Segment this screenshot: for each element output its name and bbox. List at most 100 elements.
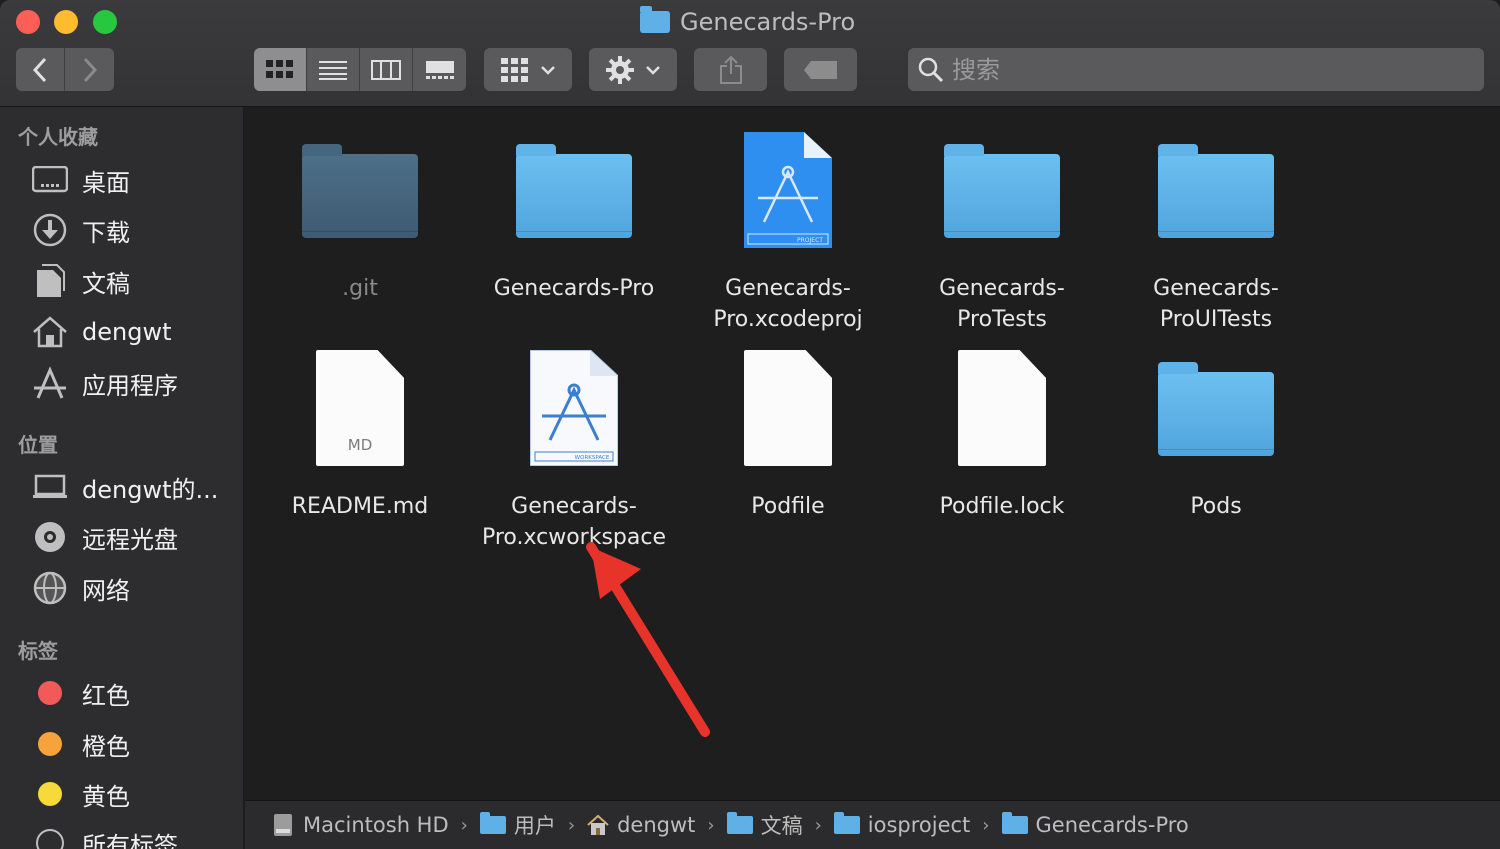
search-field[interactable] bbox=[908, 48, 1484, 91]
sidebar-item-label: 所有标签... bbox=[82, 831, 201, 849]
chevron-down-icon bbox=[541, 65, 555, 75]
folder-icon bbox=[1151, 125, 1281, 255]
sidebar-item-tag-orange[interactable]: 橙色 bbox=[30, 722, 240, 766]
folder-icon bbox=[509, 125, 639, 255]
toolbar: Genecards-Pro bbox=[0, 0, 1500, 107]
folder-icon bbox=[640, 6, 670, 33]
sidebar-item-label: 红色 bbox=[82, 681, 130, 710]
file-item-prouitests[interactable]: Genecards- ProUITests bbox=[1109, 125, 1323, 335]
nav-buttons bbox=[16, 48, 114, 91]
sidebar-item-tag-yellow[interactable]: 黄色 bbox=[30, 772, 240, 816]
chevron-right-icon: › bbox=[982, 814, 990, 836]
file-label: Genecards- Pro.xcodeproj bbox=[713, 276, 863, 332]
group-by-button[interactable] bbox=[484, 48, 572, 91]
desktop-icon bbox=[30, 160, 70, 200]
sidebar-item-home[interactable]: dengwt bbox=[30, 310, 240, 354]
sidebar-item-label: 远程光盘 bbox=[82, 525, 178, 554]
path-item-documents[interactable]: 文稿 bbox=[726, 810, 803, 840]
sidebar-item-documents[interactable]: 文稿 bbox=[30, 259, 240, 303]
markdown-file-icon: MD bbox=[295, 343, 425, 473]
file-item-xcodeproj[interactable]: PROJECT Genecards- Pro.xcodeproj bbox=[681, 125, 895, 335]
column-view-button[interactable] bbox=[360, 48, 413, 91]
chevron-right-icon bbox=[83, 57, 97, 82]
sidebar-item-remote-disc[interactable]: 远程光盘 bbox=[30, 515, 240, 559]
icon-view-button[interactable] bbox=[254, 48, 307, 91]
sidebar-item-applications[interactable]: 应用程序 bbox=[30, 361, 240, 405]
sidebar-item-tag-red[interactable]: 红色 bbox=[30, 671, 240, 715]
back-button[interactable] bbox=[16, 48, 65, 91]
share-button[interactable] bbox=[694, 48, 767, 91]
close-button[interactable] bbox=[16, 10, 40, 34]
tag-icon bbox=[803, 60, 837, 79]
path-item-genecards-pro[interactable]: Genecards-Pro bbox=[1001, 812, 1189, 837]
sidebar-item-all-tags[interactable]: 所有标签... bbox=[30, 821, 240, 849]
chevron-down-icon bbox=[646, 65, 660, 75]
sidebar: 个人收藏 桌面 下载 文稿 dengwt 应用程序 位置 dengwt的... … bbox=[0, 107, 244, 849]
sidebar-item-network[interactable]: 网络 bbox=[30, 566, 240, 610]
sidebar-item-label: dengwt bbox=[82, 318, 172, 346]
chevron-right-icon: › bbox=[707, 814, 715, 836]
folder-icon bbox=[295, 125, 425, 255]
network-icon bbox=[30, 568, 70, 608]
path-item-macintosh-hd[interactable]: Macintosh HD bbox=[271, 813, 449, 837]
file-item-pods[interactable]: Pods bbox=[1109, 343, 1323, 522]
path-item-dengwt[interactable]: dengwt bbox=[587, 813, 695, 837]
file-badge: MD bbox=[347, 436, 373, 454]
list-view-button[interactable] bbox=[307, 48, 360, 91]
gear-icon bbox=[606, 55, 634, 84]
search-input[interactable] bbox=[952, 55, 1452, 84]
yellow-tag-dot-icon bbox=[30, 774, 70, 814]
finder-window: Genecards-Pro 搜索 个人收藏 桌面 下载 文稿 dengwt 应用… bbox=[0, 0, 1500, 849]
sidebar-item-label: dengwt的... bbox=[82, 475, 219, 504]
sidebar-item-label: 桌面 bbox=[82, 168, 130, 197]
xcode-workspace-icon: WORKSPACE bbox=[509, 343, 639, 473]
sidebar-heading-favorites: 个人收藏 bbox=[18, 125, 98, 149]
file-label: .git bbox=[342, 276, 378, 301]
gallery-view-button[interactable] bbox=[413, 48, 466, 91]
hard-drive-icon bbox=[274, 814, 292, 836]
file-badge: WORKSPACE bbox=[575, 455, 610, 461]
tag-icon bbox=[30, 823, 70, 849]
grid-icon bbox=[501, 57, 528, 82]
file-item-readme[interactable]: MD README.md bbox=[253, 343, 467, 522]
file-item-genecards-pro[interactable]: Genecards-Pro bbox=[467, 125, 681, 304]
path-item-users[interactable]: 用户 bbox=[479, 810, 556, 840]
sidebar-item-desktop[interactable]: 桌面 bbox=[30, 158, 240, 202]
sidebar-heading-tags: 标签 bbox=[18, 639, 58, 663]
path-bar: Macintosh HD › 用户 › dengwt › 文稿 › iospro… bbox=[245, 800, 1500, 849]
forward-button[interactable] bbox=[65, 48, 114, 91]
sidebar-item-mac[interactable]: dengwt的... bbox=[30, 465, 240, 509]
sidebar-heading-locations: 位置 bbox=[18, 433, 58, 457]
file-item-protests[interactable]: Genecards- ProTests bbox=[895, 125, 1109, 335]
folder-icon bbox=[937, 125, 1067, 255]
sidebar-item-label: 文稿 bbox=[82, 269, 130, 298]
file-item-xcworkspace[interactable]: WORKSPACE Genecards- Pro.xcworkspace bbox=[467, 343, 681, 553]
sidebar-item-label: 下载 bbox=[82, 218, 130, 247]
grid-icon bbox=[266, 59, 293, 78]
minimize-button[interactable] bbox=[54, 10, 78, 34]
file-grid: .git Genecards-Pro PROJECT Genecards- Pr… bbox=[245, 107, 1500, 800]
file-badge: PROJECT bbox=[797, 237, 823, 244]
documents-icon bbox=[30, 261, 70, 301]
home-icon bbox=[30, 312, 70, 352]
sidebar-item-label: 网络 bbox=[82, 576, 130, 605]
columns-icon bbox=[371, 59, 401, 80]
chevron-right-icon: › bbox=[814, 814, 822, 836]
window-title: Genecards-Pro bbox=[640, 6, 855, 38]
sidebar-item-downloads[interactable]: 下载 bbox=[30, 208, 240, 252]
sidebar-item-label: 黄色 bbox=[82, 782, 130, 811]
download-icon bbox=[30, 210, 70, 250]
path-item-iosproject[interactable]: iosproject bbox=[833, 812, 970, 837]
zoom-button[interactable] bbox=[93, 10, 117, 34]
edit-tags-button[interactable] bbox=[784, 48, 857, 91]
file-item-podfile[interactable]: Podfile bbox=[681, 343, 895, 522]
folder-icon bbox=[1001, 812, 1028, 834]
search-icon bbox=[918, 57, 944, 82]
file-item-podfile-lock[interactable]: Podfile.lock bbox=[895, 343, 1109, 522]
file-item-git[interactable]: .git bbox=[253, 125, 467, 304]
disc-icon bbox=[30, 517, 70, 557]
gallery-icon bbox=[425, 60, 454, 79]
action-button[interactable] bbox=[589, 48, 677, 91]
documents-folder-icon bbox=[726, 812, 753, 834]
chevron-left-icon bbox=[32, 57, 47, 82]
